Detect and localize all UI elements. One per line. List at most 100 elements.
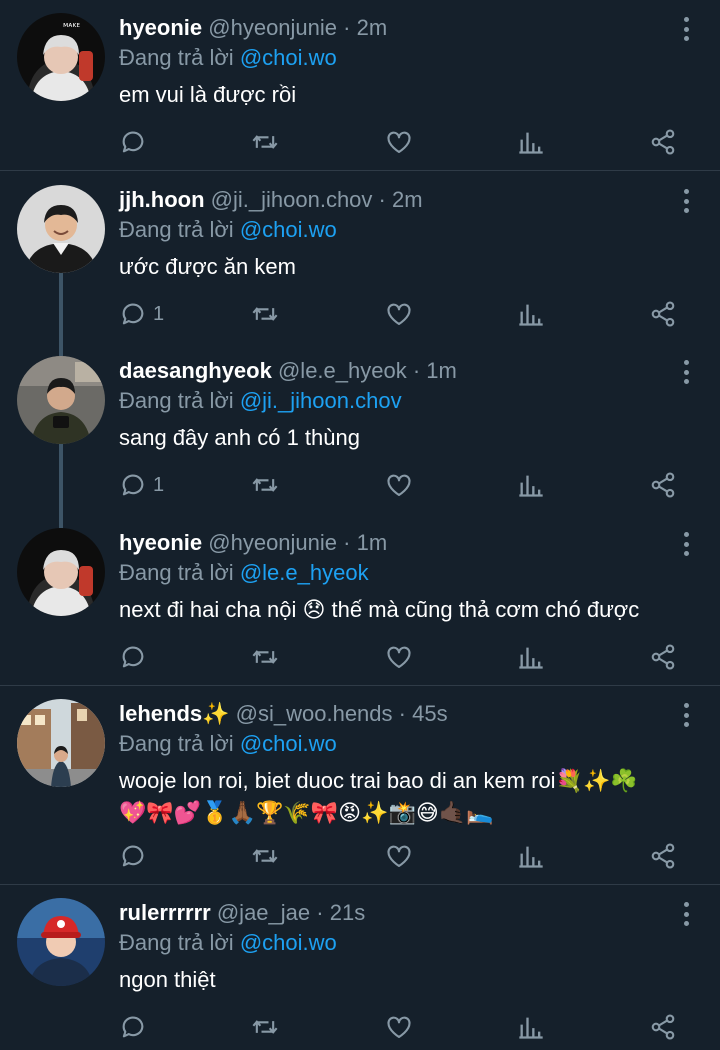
- stats-icon: [517, 1013, 545, 1041]
- reply-button[interactable]: [119, 642, 153, 672]
- display-name[interactable]: hyeonie: [119, 530, 202, 555]
- tweet[interactable]: daesanghyeok @le.e_hyeok · 1m Đang trả l…: [0, 344, 720, 516]
- more-icon[interactable]: [682, 532, 690, 556]
- tweet-text: sang đây anh có 1 thùng: [119, 425, 360, 450]
- reply-button[interactable]: [119, 1012, 153, 1042]
- reply-mention[interactable]: @ji._jihoon.chov: [240, 388, 402, 413]
- avatar[interactable]: [17, 356, 105, 444]
- share-button[interactable]: [649, 470, 677, 500]
- retweet-button[interactable]: [251, 841, 279, 871]
- display-name[interactable]: lehends✨: [119, 701, 230, 726]
- tweet[interactable]: ᴍᴀᴋᴇ hyeonie @hyeonjunie · 2m Đang trả l…: [0, 0, 720, 171]
- dot-separator: ·: [398, 701, 406, 726]
- tweet-header: lehends✨ @si_woo.hends · 45s: [119, 699, 700, 729]
- more-icon[interactable]: [682, 703, 690, 727]
- heart-icon: [385, 300, 413, 328]
- share-button[interactable]: [649, 127, 677, 157]
- share-icon: [649, 300, 677, 328]
- stats-icon: [517, 643, 545, 671]
- share-button[interactable]: [649, 642, 677, 672]
- more-icon[interactable]: [682, 17, 690, 41]
- reply-icon: [119, 300, 147, 328]
- like-button[interactable]: [385, 470, 413, 500]
- display-name[interactable]: jjh.hoon: [119, 187, 205, 212]
- dot-separator: ·: [343, 15, 351, 40]
- reply-context: Đang trả lời @choi.wo: [119, 928, 700, 958]
- retweet-icon: [251, 842, 279, 870]
- like-button[interactable]: [385, 841, 413, 871]
- user-handle[interactable]: @jae_jae: [217, 900, 310, 925]
- retweet-button[interactable]: [251, 299, 279, 329]
- avatar-smiling-man-icon: [17, 185, 105, 273]
- retweet-icon: [251, 1013, 279, 1041]
- reply-icon: [119, 1013, 147, 1041]
- user-handle[interactable]: @le.e_hyeok: [278, 358, 407, 383]
- user-handle[interactable]: @si_woo.hends: [236, 701, 393, 726]
- timestamp[interactable]: 1m: [357, 530, 388, 555]
- reply-button[interactable]: [119, 127, 153, 157]
- like-button[interactable]: [385, 127, 413, 157]
- stats-button[interactable]: [517, 127, 545, 157]
- dot-separator: ·: [412, 358, 421, 383]
- reply-mention[interactable]: @choi.wo: [240, 731, 337, 756]
- reply-mention[interactable]: @choi.wo: [240, 45, 337, 70]
- like-button[interactable]: [385, 299, 413, 329]
- avatar[interactable]: [17, 699, 105, 787]
- stats-button[interactable]: [517, 1012, 545, 1042]
- reply-button[interactable]: [119, 841, 153, 871]
- stats-button[interactable]: [517, 642, 545, 672]
- display-name[interactable]: rulerrrrrr: [119, 900, 211, 925]
- avatar[interactable]: ᴍᴀᴋᴇ: [17, 13, 105, 101]
- retweet-button[interactable]: [251, 470, 279, 500]
- timestamp[interactable]: 2m: [392, 187, 423, 212]
- user-handle[interactable]: @hyeonjunie: [208, 530, 337, 555]
- reply-icon: [119, 643, 147, 671]
- more-icon[interactable]: [682, 360, 690, 384]
- like-button[interactable]: [385, 642, 413, 672]
- tweet-text: ước được ăn kem: [119, 254, 296, 279]
- avatar-red-cap-icon: [17, 898, 105, 986]
- share-button[interactable]: [649, 841, 677, 871]
- retweet-button[interactable]: [251, 642, 279, 672]
- timestamp[interactable]: 21s: [330, 900, 365, 925]
- avatar[interactable]: [17, 185, 105, 273]
- heart-icon: [385, 1013, 413, 1041]
- reply-context: Đang trả lời @choi.wo: [119, 43, 700, 73]
- avatar[interactable]: [17, 528, 105, 616]
- retweet-button[interactable]: [251, 1012, 279, 1042]
- timestamp[interactable]: 45s: [412, 701, 447, 726]
- heart-icon: [385, 842, 413, 870]
- reply-mention[interactable]: @choi.wo: [240, 930, 337, 955]
- stats-button[interactable]: [517, 841, 545, 871]
- more-icon[interactable]: [682, 189, 690, 213]
- reply-context: Đang trả lời @choi.wo: [119, 729, 700, 759]
- stats-button[interactable]: [517, 470, 545, 500]
- avatar[interactable]: [17, 898, 105, 986]
- tweet-text: ngon thiệt: [119, 967, 216, 992]
- more-icon[interactable]: [682, 902, 690, 926]
- user-handle[interactable]: @ji._jihoon.chov: [211, 187, 373, 212]
- share-button[interactable]: [649, 299, 677, 329]
- tweet[interactable]: hyeonie @hyeonjunie · 1m Đang trả lời @l…: [0, 516, 720, 686]
- stats-button[interactable]: [517, 299, 545, 329]
- reply-icon: [119, 842, 147, 870]
- like-button[interactable]: [385, 1012, 413, 1042]
- thread-line: [59, 344, 63, 356]
- tweet[interactable]: rulerrrrrr @jae_jae · 21s Đang trả lời @…: [0, 886, 720, 1050]
- reply-button[interactable]: 1: [119, 470, 164, 500]
- share-button[interactable]: [649, 1012, 677, 1042]
- retweet-button[interactable]: [251, 127, 279, 157]
- timestamp[interactable]: 1m: [426, 358, 457, 383]
- reply-mention[interactable]: @choi.wo: [240, 217, 337, 242]
- tweet-header: hyeonie @hyeonjunie · 1m: [119, 528, 700, 558]
- reply-button[interactable]: 1: [119, 299, 164, 329]
- tweet[interactable]: lehends✨ @si_woo.hends · 45s Đang trả lờ…: [0, 687, 720, 885]
- tweet-header: rulerrrrrr @jae_jae · 21s: [119, 898, 700, 928]
- display-name[interactable]: daesanghyeok: [119, 358, 272, 383]
- reply-mention[interactable]: @le.e_hyeok: [240, 560, 369, 585]
- user-handle[interactable]: @hyeonjunie: [208, 15, 337, 40]
- heart-icon: [385, 471, 413, 499]
- tweet[interactable]: jjh.hoon @ji._jihoon.chov · 2m Đang trả …: [0, 172, 720, 344]
- timestamp[interactable]: 2m: [357, 15, 388, 40]
- display-name[interactable]: hyeonie: [119, 15, 202, 40]
